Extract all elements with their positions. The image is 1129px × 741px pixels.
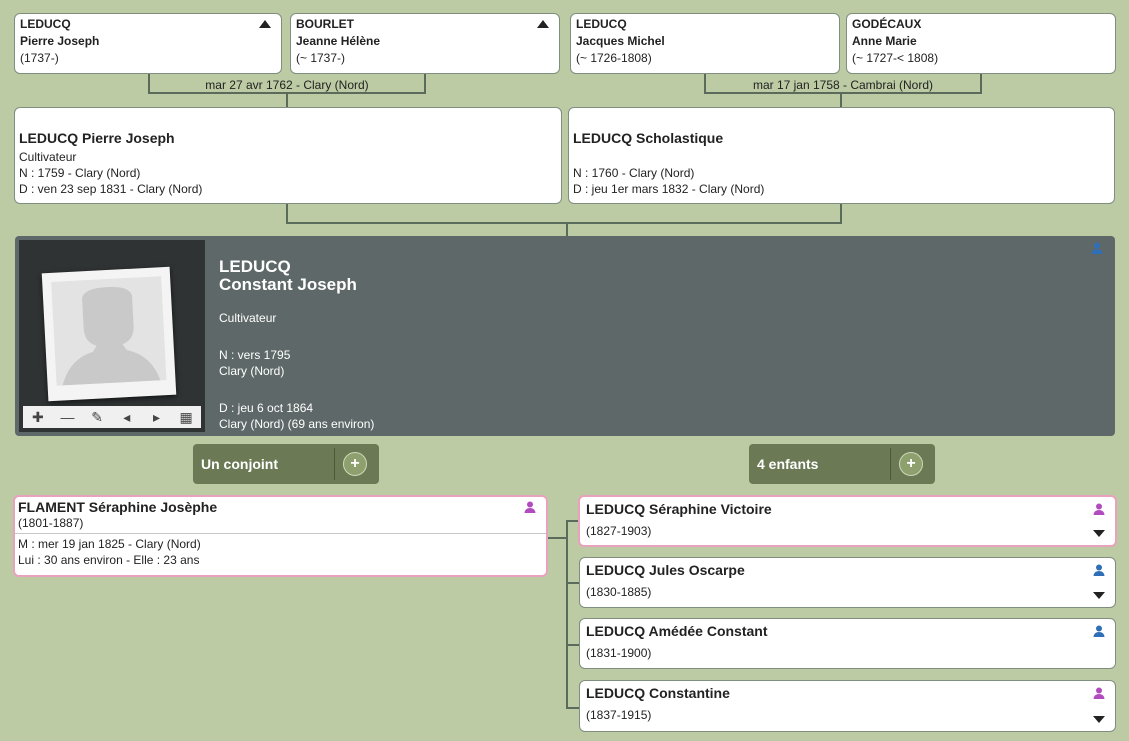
marriage-label-2: mar 17 jan 1758 - Cambrai (Nord) xyxy=(752,78,934,92)
collapse-up-icon[interactable] xyxy=(537,20,549,28)
connector-line xyxy=(286,93,288,107)
parent-occupation: Cultivateur xyxy=(19,150,77,164)
spouse-card[interactable]: FLAMENT Séraphine Josèphe (1801-1887) M … xyxy=(13,495,548,577)
connector-line xyxy=(566,582,580,584)
child-name: LEDUCQ Constantine xyxy=(586,685,730,701)
photo-toolbar: ✚ — ✎ ◂ ▸ ▦ xyxy=(23,406,201,428)
spouse-name: FLAMENT Séraphine Josèphe xyxy=(18,499,218,515)
child-name: LEDUCQ Jules Oscarpe xyxy=(586,562,745,578)
main-death-date: D : jeu 6 oct 1864 xyxy=(219,401,314,415)
spouse-dates: (1801-1887) xyxy=(18,516,84,530)
child-dates: (1827-1903) xyxy=(586,524,652,538)
person-silhouette-icon xyxy=(62,286,161,386)
photo-placeholder[interactable] xyxy=(41,266,177,402)
grandparent-given: Jacques Michel xyxy=(576,34,665,48)
parent-birth: N : 1760 - Clary (Nord) xyxy=(573,166,695,180)
parent-card-father[interactable]: LEDUCQ Pierre Joseph Cultivateur N : 175… xyxy=(14,107,562,204)
add-child-icon[interactable]: + xyxy=(899,452,923,476)
female-person-icon xyxy=(1093,503,1105,515)
connector-line xyxy=(840,93,842,107)
children-button-label: 4 enfants xyxy=(757,456,819,472)
add-photo-icon[interactable]: ✚ xyxy=(28,409,48,426)
divider xyxy=(15,533,546,534)
grandparent-surname: LEDUCQ xyxy=(576,17,627,31)
grandparent-surname: LEDUCQ xyxy=(20,17,71,31)
child-card[interactable]: LEDUCQ Amédée Constant (1831-1900) xyxy=(579,618,1116,669)
connector-line xyxy=(840,204,842,223)
spouses-button[interactable]: Un conjoint + xyxy=(193,444,379,484)
edit-pencil-icon[interactable]: ✎ xyxy=(87,409,107,426)
expand-down-icon[interactable] xyxy=(1093,592,1105,599)
next-icon[interactable]: ▸ xyxy=(146,409,166,426)
male-person-icon xyxy=(1093,564,1105,576)
grandparent-dates: (1737-) xyxy=(20,51,59,65)
male-person-icon xyxy=(1093,625,1105,637)
grandparent-given: Pierre Joseph xyxy=(20,34,100,48)
connector-line xyxy=(286,222,842,224)
parent-birth: N : 1759 - Clary (Nord) xyxy=(19,166,141,180)
grandparent-card-1[interactable]: LEDUCQ Pierre Joseph (1737-) xyxy=(14,13,282,74)
divider xyxy=(334,448,335,480)
grandparent-dates: (~ 1726-1808) xyxy=(576,51,652,65)
grandparent-dates: (~ 1727-< 1808) xyxy=(852,51,939,65)
connector-line xyxy=(566,520,568,709)
grandparent-card-3[interactable]: LEDUCQ Jacques Michel (~ 1726-1808) xyxy=(570,13,840,74)
expand-down-icon[interactable] xyxy=(1093,530,1105,537)
parent-card-mother[interactable]: LEDUCQ Scholastique N : 1760 - Clary (No… xyxy=(568,107,1115,204)
grandparent-dates: (~ 1737-) xyxy=(296,51,346,65)
connector-line xyxy=(566,707,580,709)
spouse-marriage: M : mer 19 jan 1825 - Clary (Nord) xyxy=(18,537,201,551)
parent-name: LEDUCQ Pierre Joseph xyxy=(19,130,175,146)
add-spouse-icon[interactable]: + xyxy=(343,452,367,476)
child-card[interactable]: LEDUCQ Constantine (1837-1915) xyxy=(579,680,1116,732)
child-card[interactable]: LEDUCQ Jules Oscarpe (1830-1885) xyxy=(579,557,1116,608)
connector-line xyxy=(566,222,568,236)
collapse-up-icon[interactable] xyxy=(259,20,271,28)
child-name: LEDUCQ Séraphine Victoire xyxy=(586,501,772,517)
connector-line xyxy=(286,204,288,223)
connector-line xyxy=(548,537,566,539)
female-person-icon xyxy=(524,501,536,513)
grandparent-given: Anne Marie xyxy=(852,34,917,48)
female-person-icon xyxy=(1093,687,1105,699)
connector-line xyxy=(424,74,426,93)
spouses-button-label: Un conjoint xyxy=(201,456,278,472)
main-person-panel: ✚ — ✎ ◂ ▸ ▦ LEDUCQ Constant Joseph Culti… xyxy=(15,236,1115,436)
grandparent-surname: GODÉCAUX xyxy=(852,17,922,31)
parent-death: D : ven 23 sep 1831 - Clary (Nord) xyxy=(19,182,203,196)
main-given-name: Constant Joseph xyxy=(219,275,357,294)
parent-name: LEDUCQ Scholastique xyxy=(573,130,724,146)
main-birth-place: Clary (Nord) xyxy=(219,364,285,378)
photo-panel: ✚ — ✎ ◂ ▸ ▦ xyxy=(19,240,205,432)
grandparent-card-2[interactable]: BOURLET Jeanne Hélène (~ 1737-) xyxy=(290,13,560,74)
parent-death: D : jeu 1er mars 1832 - Clary (Nord) xyxy=(573,182,765,196)
film-icon[interactable]: ▦ xyxy=(176,409,196,426)
main-birth-date: N : vers 1795 xyxy=(219,348,291,362)
parent-occupation xyxy=(573,149,1110,165)
main-person-details: LEDUCQ Constant Joseph Cultivateur N : v… xyxy=(219,258,374,432)
main-surname: LEDUCQ xyxy=(219,257,291,276)
connector-line xyxy=(980,74,982,93)
divider xyxy=(890,448,891,480)
expand-down-icon[interactable] xyxy=(1093,716,1105,723)
child-dates: (1830-1885) xyxy=(586,585,652,599)
remove-photo-icon[interactable]: — xyxy=(57,409,77,425)
child-name: LEDUCQ Amédée Constant xyxy=(586,623,768,639)
main-death-place: Clary (Nord) (69 ans environ) xyxy=(219,417,375,431)
marriage-label-1: mar 27 avr 1762 - Clary (Nord) xyxy=(205,78,369,92)
child-dates: (1831-1900) xyxy=(586,646,652,660)
connector-line xyxy=(566,644,580,646)
connector-line xyxy=(704,92,982,94)
male-person-icon xyxy=(1091,242,1103,254)
spouse-ages: Lui : 30 ans environ - Elle : 23 ans xyxy=(18,553,200,567)
grandparent-given: Jeanne Hélène xyxy=(296,34,381,48)
child-card[interactable]: LEDUCQ Séraphine Victoire (1827-1903) xyxy=(578,495,1117,547)
children-button[interactable]: 4 enfants + xyxy=(749,444,935,484)
grandparent-surname: BOURLET xyxy=(296,17,354,31)
child-dates: (1837-1915) xyxy=(586,708,652,722)
previous-icon[interactable]: ◂ xyxy=(117,409,137,426)
grandparent-card-4[interactable]: GODÉCAUX Anne Marie (~ 1727-< 1808) xyxy=(846,13,1116,74)
main-occupation: Cultivateur xyxy=(219,311,277,325)
